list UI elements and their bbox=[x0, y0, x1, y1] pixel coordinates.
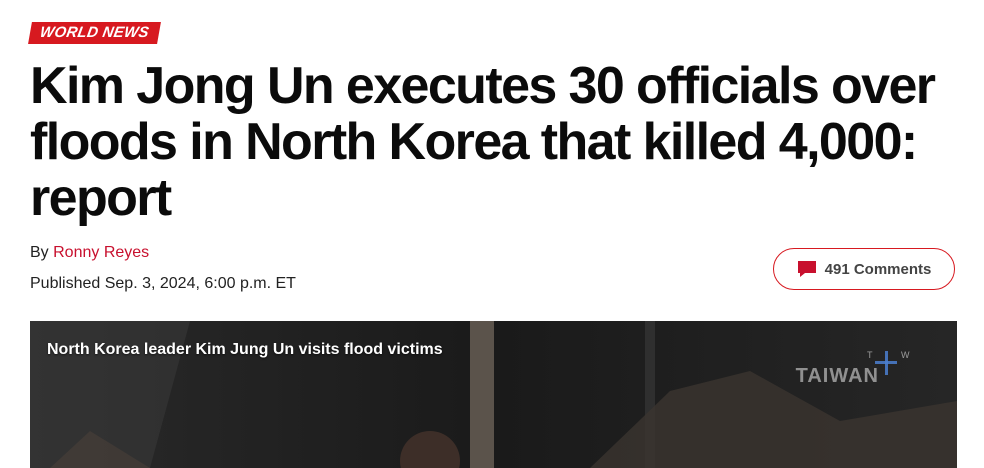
article-page: WORLD NEWS Kim Jong Un executes 30 offic… bbox=[0, 0, 984, 468]
published-date: Published Sep. 3, 2024, 6:00 p.m. ET bbox=[30, 275, 296, 292]
video-title: North Korea leader Kim Jung Un visits fl… bbox=[47, 341, 443, 358]
svg-text:T: T bbox=[867, 350, 873, 360]
speech-bubble-icon bbox=[797, 260, 817, 278]
svg-text:W: W bbox=[901, 350, 910, 360]
video-player[interactable]: North Korea leader Kim Jung Un visits fl… bbox=[30, 321, 957, 468]
broadcaster-logo-icon: T W bbox=[867, 350, 910, 375]
headline: Kim Jong Un executes 30 officials over f… bbox=[30, 57, 936, 227]
byline: By Ronny Reyes bbox=[30, 244, 149, 262]
category-tag[interactable]: WORLD NEWS bbox=[28, 22, 161, 44]
comments-count-label: 491 Comments bbox=[824, 260, 932, 278]
byline-prefix: By bbox=[30, 244, 49, 261]
comments-button[interactable]: 491 Comments bbox=[773, 248, 955, 290]
author-link[interactable]: Ronny Reyes bbox=[53, 244, 149, 261]
